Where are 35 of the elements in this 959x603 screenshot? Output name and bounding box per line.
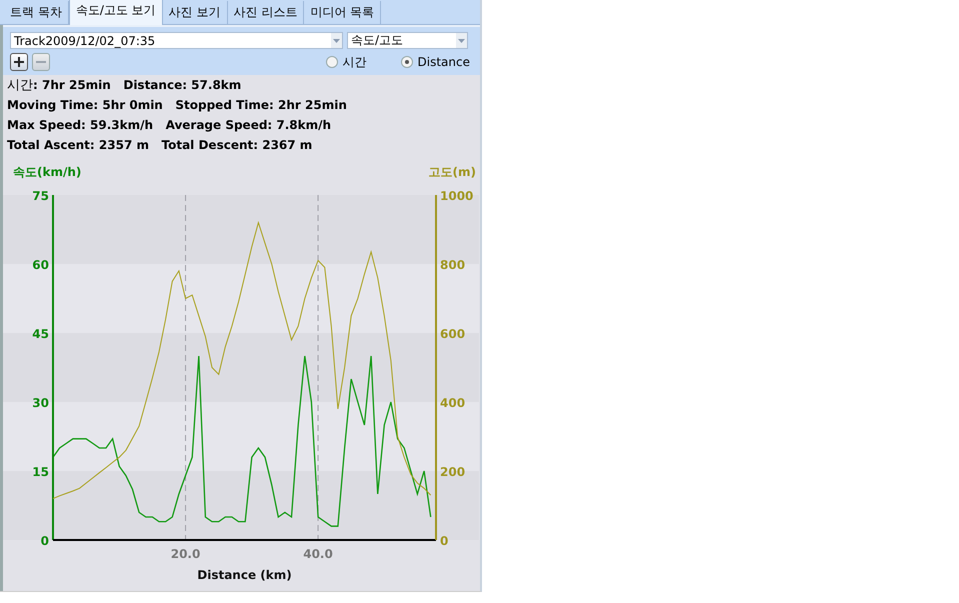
zoom-in-button[interactable] bbox=[10, 53, 28, 71]
x-axis-title: Distance (km) bbox=[197, 568, 292, 582]
stat-line: Moving Time: 5hr 0min Stopped Time: 2hr 25min bbox=[7, 97, 348, 114]
dropdown-caret-icon bbox=[333, 38, 340, 42]
y-tick-label: 1000 bbox=[440, 189, 474, 203]
y-tick-label: 200 bbox=[440, 465, 466, 479]
tab[interactable]: 속도/고도 보기 bbox=[68, 0, 163, 25]
stat-line: Total Ascent: 2357 m Total Descent: 2367 m bbox=[7, 137, 314, 154]
stat-line: Max Speed: 59.3km/h Average Speed: 7.8km/h bbox=[7, 117, 332, 134]
y-tick-label: 400 bbox=[440, 396, 466, 410]
y-tick-label: 0 bbox=[40, 534, 49, 548]
x-tick-label: 20.0 bbox=[170, 547, 200, 561]
y-tick-label: 75 bbox=[32, 189, 49, 203]
track-select[interactable]: Track2009/12/02_07:35 bbox=[10, 32, 343, 49]
axis-title: 고도(m) bbox=[428, 165, 476, 179]
x-tick-label: 40.0 bbox=[303, 547, 333, 561]
plus-icon bbox=[14, 57, 24, 67]
stat-line: 시간: 7hr 25min Distance: 57.8km bbox=[7, 77, 242, 95]
y-tick-label: 30 bbox=[32, 396, 49, 410]
y-tick-label: 45 bbox=[32, 327, 49, 341]
y-tick-label: 600 bbox=[440, 327, 466, 341]
radio-button[interactable] bbox=[400, 56, 413, 68]
y-tick-label: 0 bbox=[440, 534, 448, 548]
axis-title: 속도(km/h) bbox=[13, 165, 82, 179]
radio-option[interactable]: 시간 bbox=[326, 54, 367, 70]
y-tick-label: 60 bbox=[32, 258, 49, 272]
dropdown-caret-icon bbox=[458, 38, 465, 42]
radio-option[interactable]: Distance bbox=[400, 55, 470, 69]
tab[interactable]: 사진 보기 bbox=[162, 1, 228, 24]
tab[interactable]: 사진 리스트 bbox=[228, 1, 304, 24]
y-tick-label: 15 bbox=[32, 465, 49, 479]
tab[interactable]: 미디어 목록 bbox=[304, 1, 382, 24]
mode-select[interactable]: 속도/고도 bbox=[347, 32, 468, 49]
y-tick-label: 800 bbox=[440, 258, 466, 272]
radio-button[interactable] bbox=[326, 56, 338, 68]
